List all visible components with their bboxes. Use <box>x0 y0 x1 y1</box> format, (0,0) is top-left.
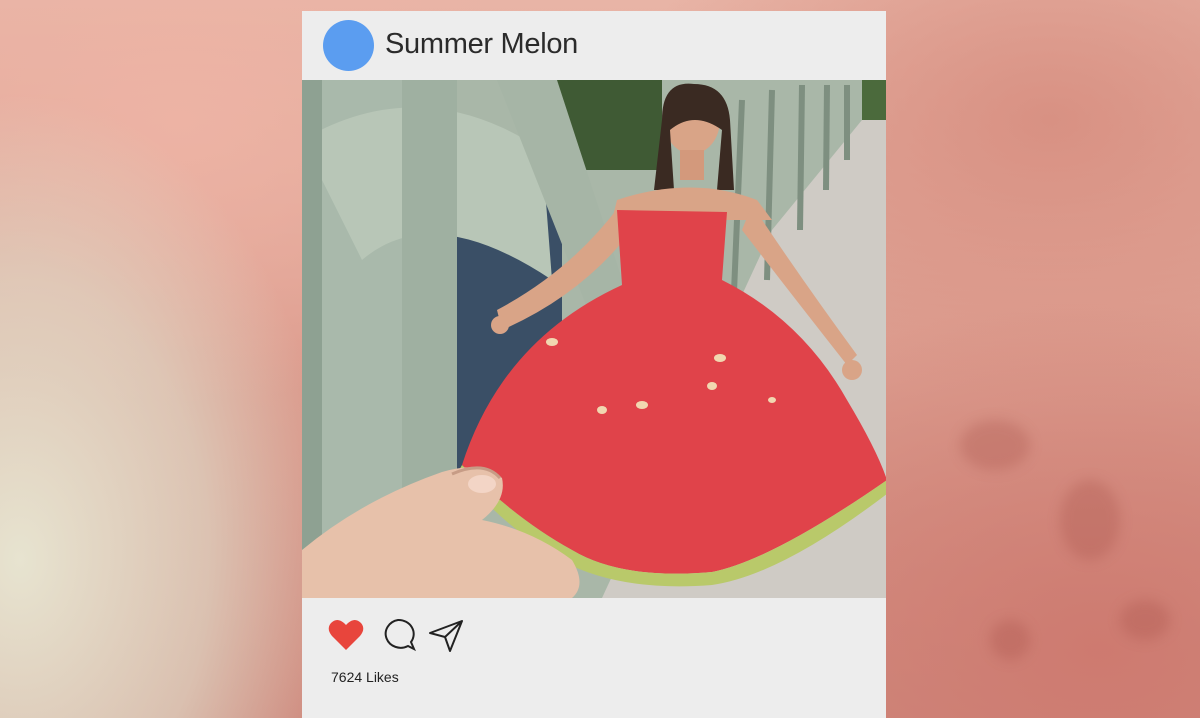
post-card: Summer Melon 7624 Likes <box>302 11 886 718</box>
background-speck <box>990 620 1030 660</box>
comment-button[interactable] <box>378 615 418 655</box>
avatar[interactable] <box>323 20 374 71</box>
background-speck <box>960 420 1030 470</box>
background-speck <box>1120 600 1170 640</box>
like-button[interactable] <box>326 615 366 655</box>
post-actions <box>302 611 886 659</box>
share-button[interactable] <box>426 615 466 655</box>
likes-count: 7624 Likes <box>331 669 399 685</box>
comment-bubble-icon <box>384 618 416 652</box>
background-speck <box>1060 480 1120 560</box>
post-photo[interactable] <box>302 80 886 598</box>
heart-icon <box>328 620 364 650</box>
paper-plane-icon <box>429 620 463 652</box>
username[interactable]: Summer Melon <box>385 25 578 63</box>
photo-illustration <box>302 80 886 598</box>
bridge-edge <box>302 80 322 598</box>
post-header: Summer Melon <box>302 11 886 80</box>
